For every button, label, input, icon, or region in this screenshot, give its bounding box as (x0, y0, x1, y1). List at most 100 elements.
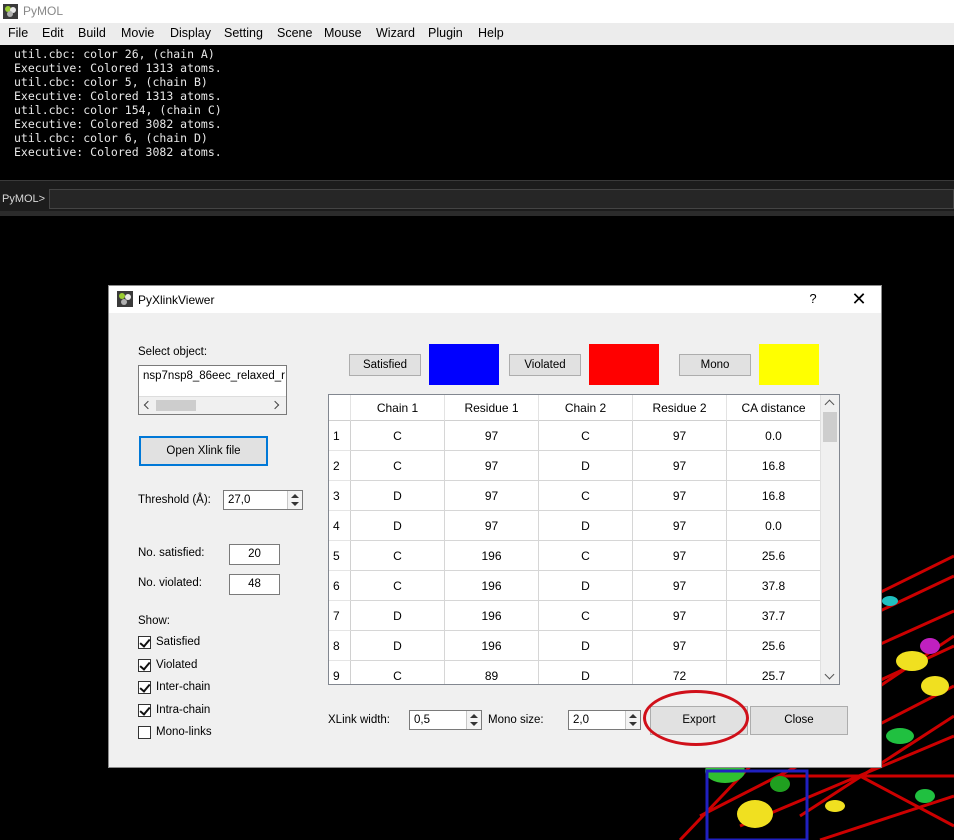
row-number[interactable]: 4 (329, 511, 351, 541)
row-number[interactable]: 3 (329, 481, 351, 511)
menu-edit[interactable]: Edit (42, 26, 64, 40)
cell-chain-2[interactable]: D (539, 661, 633, 684)
cell-residue-1[interactable]: 97 (445, 511, 539, 541)
cell-residue-1[interactable]: 196 (445, 541, 539, 571)
cell-chain-1[interactable]: C (351, 421, 445, 451)
cell-chain-1[interactable]: D (351, 601, 445, 631)
checkbox-checked-icon[interactable] (138, 636, 151, 649)
column-header-chain-1[interactable]: Chain 1 (351, 395, 445, 421)
satisfied-color-swatch[interactable] (429, 344, 499, 385)
legend-mono-button[interactable]: Mono (679, 354, 751, 376)
column-header-residue-2[interactable]: Residue 2 (633, 395, 727, 421)
checkbox-checked-icon[interactable] (138, 659, 151, 672)
legend-satisfied-button[interactable]: Satisfied (349, 354, 421, 376)
mono-color-swatch[interactable] (759, 344, 819, 385)
cell-residue-1[interactable]: 97 (445, 481, 539, 511)
cell-ca-distance[interactable]: 25.7 (727, 661, 821, 684)
console-output[interactable]: util.cbc: color 26, (chain A) Executive:… (0, 45, 954, 180)
checkbox-checked-icon[interactable] (138, 681, 151, 694)
row-number[interactable]: 9 (329, 661, 351, 684)
violated-color-swatch[interactable] (589, 344, 659, 385)
cell-ca-distance[interactable]: 0.0 (727, 421, 821, 451)
column-header-residue-1[interactable]: Residue 1 (445, 395, 539, 421)
checkbox-unchecked-icon[interactable] (138, 726, 151, 739)
cell-ca-distance[interactable]: 37.7 (727, 601, 821, 631)
cell-ca-distance[interactable]: 25.6 (727, 541, 821, 571)
cell-residue-1[interactable]: 196 (445, 571, 539, 601)
table-vscroll[interactable] (820, 395, 839, 684)
cell-residue-2[interactable]: 97 (633, 511, 727, 541)
row-number[interactable]: 7 (329, 601, 351, 631)
cell-residue-2[interactable]: 97 (633, 481, 727, 511)
legend-violated-button[interactable]: Violated (509, 354, 581, 376)
cell-residue-2[interactable]: 97 (633, 451, 727, 481)
help-button[interactable]: ? (806, 291, 820, 307)
crosslink-table[interactable]: Chain 1 Residue 1 Chain 2 Residue 2 CA d… (328, 394, 840, 685)
cell-chain-1[interactable]: D (351, 631, 445, 661)
scroll-up-icon[interactable] (824, 399, 835, 410)
menu-wizard[interactable]: Wizard (376, 26, 415, 40)
spin-arrows-icon[interactable] (625, 711, 640, 729)
cell-ca-distance[interactable]: 0.0 (727, 511, 821, 541)
row-number[interactable]: 5 (329, 541, 351, 571)
row-number[interactable]: 2 (329, 451, 351, 481)
spin-arrows-icon[interactable] (466, 711, 481, 729)
scroll-down-icon[interactable] (824, 669, 835, 680)
cell-residue-1[interactable]: 97 (445, 451, 539, 481)
row-number[interactable]: 1 (329, 421, 351, 451)
cell-ca-distance[interactable]: 37.8 (727, 571, 821, 601)
cell-residue-2[interactable]: 97 (633, 601, 727, 631)
command-input[interactable] (49, 189, 954, 209)
row-number[interactable]: 8 (329, 631, 351, 661)
dialog-close-button[interactable]: ✕ (845, 288, 873, 310)
cell-chain-2[interactable]: C (539, 601, 633, 631)
menu-movie[interactable]: Movie (121, 26, 154, 40)
cell-residue-1[interactable]: 97 (445, 421, 539, 451)
cell-residue-1[interactable]: 196 (445, 631, 539, 661)
cell-chain-1[interactable]: C (351, 661, 445, 684)
cell-chain-1[interactable]: C (351, 571, 445, 601)
menu-scene[interactable]: Scene (277, 26, 312, 40)
cell-ca-distance[interactable]: 16.8 (727, 481, 821, 511)
cell-chain-1[interactable]: D (351, 481, 445, 511)
hscroll-thumb[interactable] (156, 400, 196, 411)
scroll-right-icon[interactable] (270, 400, 280, 410)
close-button[interactable]: Close (750, 706, 848, 735)
cell-residue-2[interactable]: 97 (633, 421, 727, 451)
menu-mouse[interactable]: Mouse (324, 26, 362, 40)
menu-plugin[interactable]: Plugin (428, 26, 463, 40)
cell-chain-2[interactable]: D (539, 571, 633, 601)
column-header-ca-distance[interactable]: CA distance (727, 395, 821, 421)
cell-residue-2[interactable]: 72 (633, 661, 727, 684)
scroll-left-icon[interactable] (143, 400, 153, 410)
cell-chain-1[interactable]: C (351, 451, 445, 481)
object-list-hscroll[interactable] (139, 396, 286, 414)
cell-chain-2[interactable]: C (539, 421, 633, 451)
vscroll-thumb[interactable] (823, 412, 837, 442)
menu-setting[interactable]: Setting (224, 26, 263, 40)
row-number[interactable]: 6 (329, 571, 351, 601)
cell-chain-2[interactable]: C (539, 481, 633, 511)
open-xlink-file-button[interactable]: Open Xlink file (139, 436, 268, 466)
cell-chain-2[interactable]: D (539, 511, 633, 541)
cell-residue-1[interactable]: 89 (445, 661, 539, 684)
menu-help[interactable]: Help (478, 26, 504, 40)
column-header-chain-2[interactable]: Chain 2 (539, 395, 633, 421)
cell-residue-2[interactable]: 97 (633, 571, 727, 601)
xlink-width-spinbox[interactable]: 0,5 (409, 710, 482, 730)
cell-chain-1[interactable]: D (351, 511, 445, 541)
cell-ca-distance[interactable]: 16.8 (727, 451, 821, 481)
cell-chain-2[interactable]: D (539, 451, 633, 481)
cell-ca-distance[interactable]: 25.6 (727, 631, 821, 661)
cell-chain-1[interactable]: C (351, 541, 445, 571)
object-list-item[interactable]: nsp7nsp8_86eec_relaxed_ra (143, 370, 285, 382)
cell-residue-1[interactable]: 196 (445, 601, 539, 631)
menu-display[interactable]: Display (170, 26, 211, 40)
object-list[interactable]: nsp7nsp8_86eec_relaxed_ra (138, 365, 287, 415)
cell-residue-2[interactable]: 97 (633, 541, 727, 571)
menu-build[interactable]: Build (78, 26, 106, 40)
mono-size-spinbox[interactable]: 2,0 (568, 710, 641, 730)
cell-chain-2[interactable]: C (539, 541, 633, 571)
cell-residue-2[interactable]: 97 (633, 631, 727, 661)
cell-chain-2[interactable]: D (539, 631, 633, 661)
